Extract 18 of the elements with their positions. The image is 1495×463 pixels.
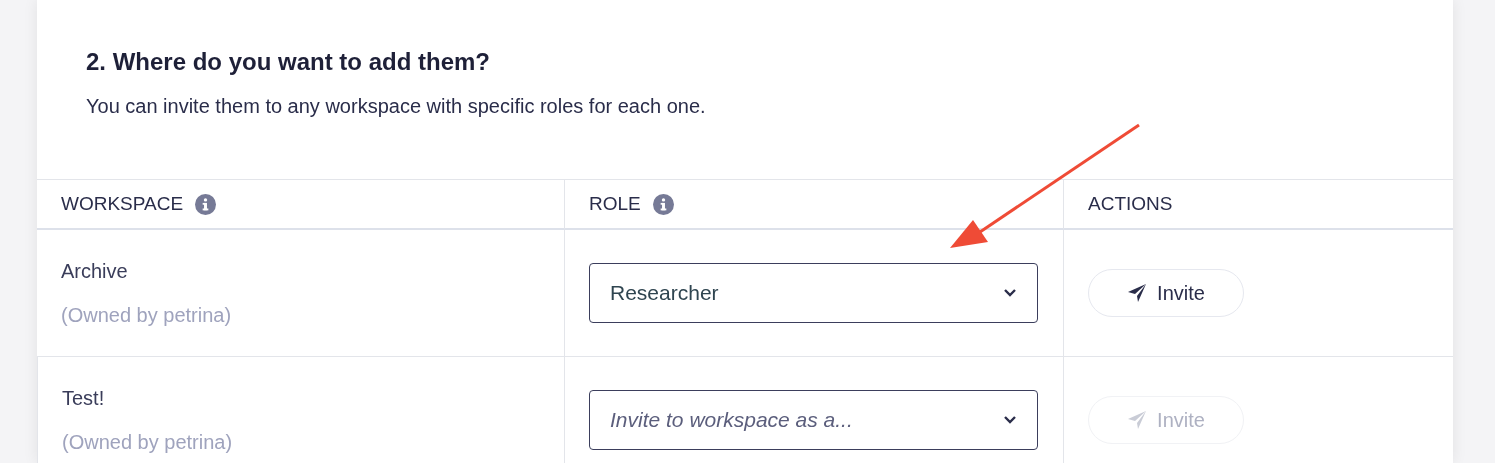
workspace-name: Test! bbox=[62, 386, 106, 411]
send-icon bbox=[1127, 283, 1148, 303]
role-select[interactable]: Invite to workspace as a... bbox=[589, 390, 1038, 450]
role-select[interactable]: Researcher bbox=[589, 263, 1038, 323]
workspace-name: Archive bbox=[61, 259, 129, 284]
send-icon bbox=[1127, 410, 1148, 430]
chevron-down-icon bbox=[1003, 415, 1017, 425]
chevron-down-icon bbox=[1003, 288, 1017, 298]
info-icon[interactable] bbox=[195, 193, 217, 215]
workspace-owner: (Owned by petrina) bbox=[62, 430, 234, 455]
column-header: ACTIONS bbox=[1088, 191, 1173, 216]
invite-button[interactable]: Invite bbox=[1088, 269, 1244, 317]
column-header: WORKSPACE bbox=[61, 191, 184, 216]
info-icon[interactable] bbox=[652, 193, 674, 215]
section-description: You can invite them to any workspace with specific roles for each one. bbox=[86, 93, 707, 119]
column-header: ROLE bbox=[589, 191, 641, 216]
workspace-owner: (Owned by petrina) bbox=[61, 303, 233, 328]
section-title: 2. Where do you want to add them? bbox=[86, 48, 491, 77]
